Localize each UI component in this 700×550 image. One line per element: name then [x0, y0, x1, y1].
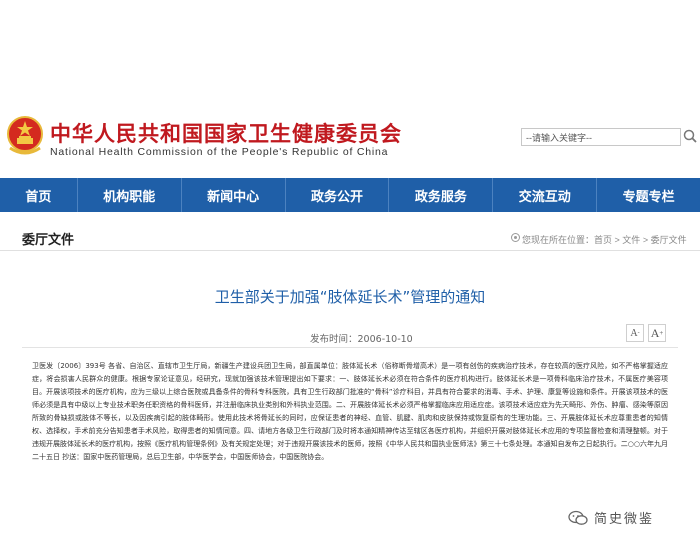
breadcrumb-separator: >	[640, 235, 651, 245]
main-nav: 首页 机构职能 新闻中心 政务公开 政务服务 交流互动 专题专栏	[0, 178, 700, 212]
location-icon	[511, 233, 520, 242]
national-emblem-icon	[7, 116, 43, 155]
section-bar: 委厅文件 您现在所在位置：首页 > 文件 > 委厅文件	[0, 221, 700, 251]
breadcrumb-link-home[interactable]: 首页	[594, 235, 612, 245]
nav-item-news[interactable]: 新闻中心	[182, 178, 286, 212]
wechat-watermark: 简史微鉴	[568, 508, 654, 527]
font-decrease-label: A	[630, 327, 638, 339]
nav-item-functions[interactable]: 机构职能	[78, 178, 182, 212]
article-title: 卫生部关于加强“肢体延长术”管理的通知	[214, 288, 486, 306]
article-body: 卫医发〔2006〕393号 各省、自治区、直辖市卫生厅局，新疆生产建设兵团卫生局…	[32, 362, 668, 461]
breadcrumb-separator: >	[612, 235, 623, 245]
nav-item-special-topics[interactable]: 专题专栏	[597, 178, 700, 212]
font-increase-label: A	[650, 325, 660, 340]
nav-item-public-affairs[interactable]: 政务公开	[286, 178, 390, 212]
publish-date-label: 发布时间：	[310, 334, 358, 345]
content-divider	[22, 347, 678, 348]
breadcrumb: 您现在所在位置：首页 > 文件 > 委厅文件	[522, 233, 687, 246]
nav-item-services[interactable]: 政务服务	[389, 178, 494, 212]
search-icon[interactable]	[682, 126, 698, 146]
nav-item-interaction[interactable]: 交流互动	[493, 178, 598, 212]
watermark-text: 简史微鉴	[594, 512, 655, 527]
search-input[interactable]: --请输入关键字--	[521, 128, 681, 146]
breadcrumb-link-current[interactable]: 委厅文件	[651, 235, 687, 245]
site-title: 中华人民共和国国家卫生健康委员会	[50, 122, 402, 146]
blank-top-area	[0, 0, 700, 112]
section-title: 委厅文件	[22, 233, 75, 248]
font-decrease-button[interactable]: A-	[626, 324, 644, 342]
publish-date: 发布时间：2006-10-10	[310, 331, 413, 345]
site-header: 中华人民共和国国家卫生健康委员会 National Health Commiss…	[0, 112, 700, 178]
publish-date-value: 2006-10-10	[357, 334, 413, 345]
wechat-icon	[568, 510, 588, 525]
site-subtitle: National Health Commission of the People…	[50, 146, 389, 158]
breadcrumb-prefix: 您现在所在位置：	[522, 235, 595, 245]
breadcrumb-link-files[interactable]: 文件	[622, 235, 640, 245]
nav-item-home[interactable]: 首页	[0, 178, 78, 212]
font-increase-button[interactable]: A +	[648, 324, 666, 342]
